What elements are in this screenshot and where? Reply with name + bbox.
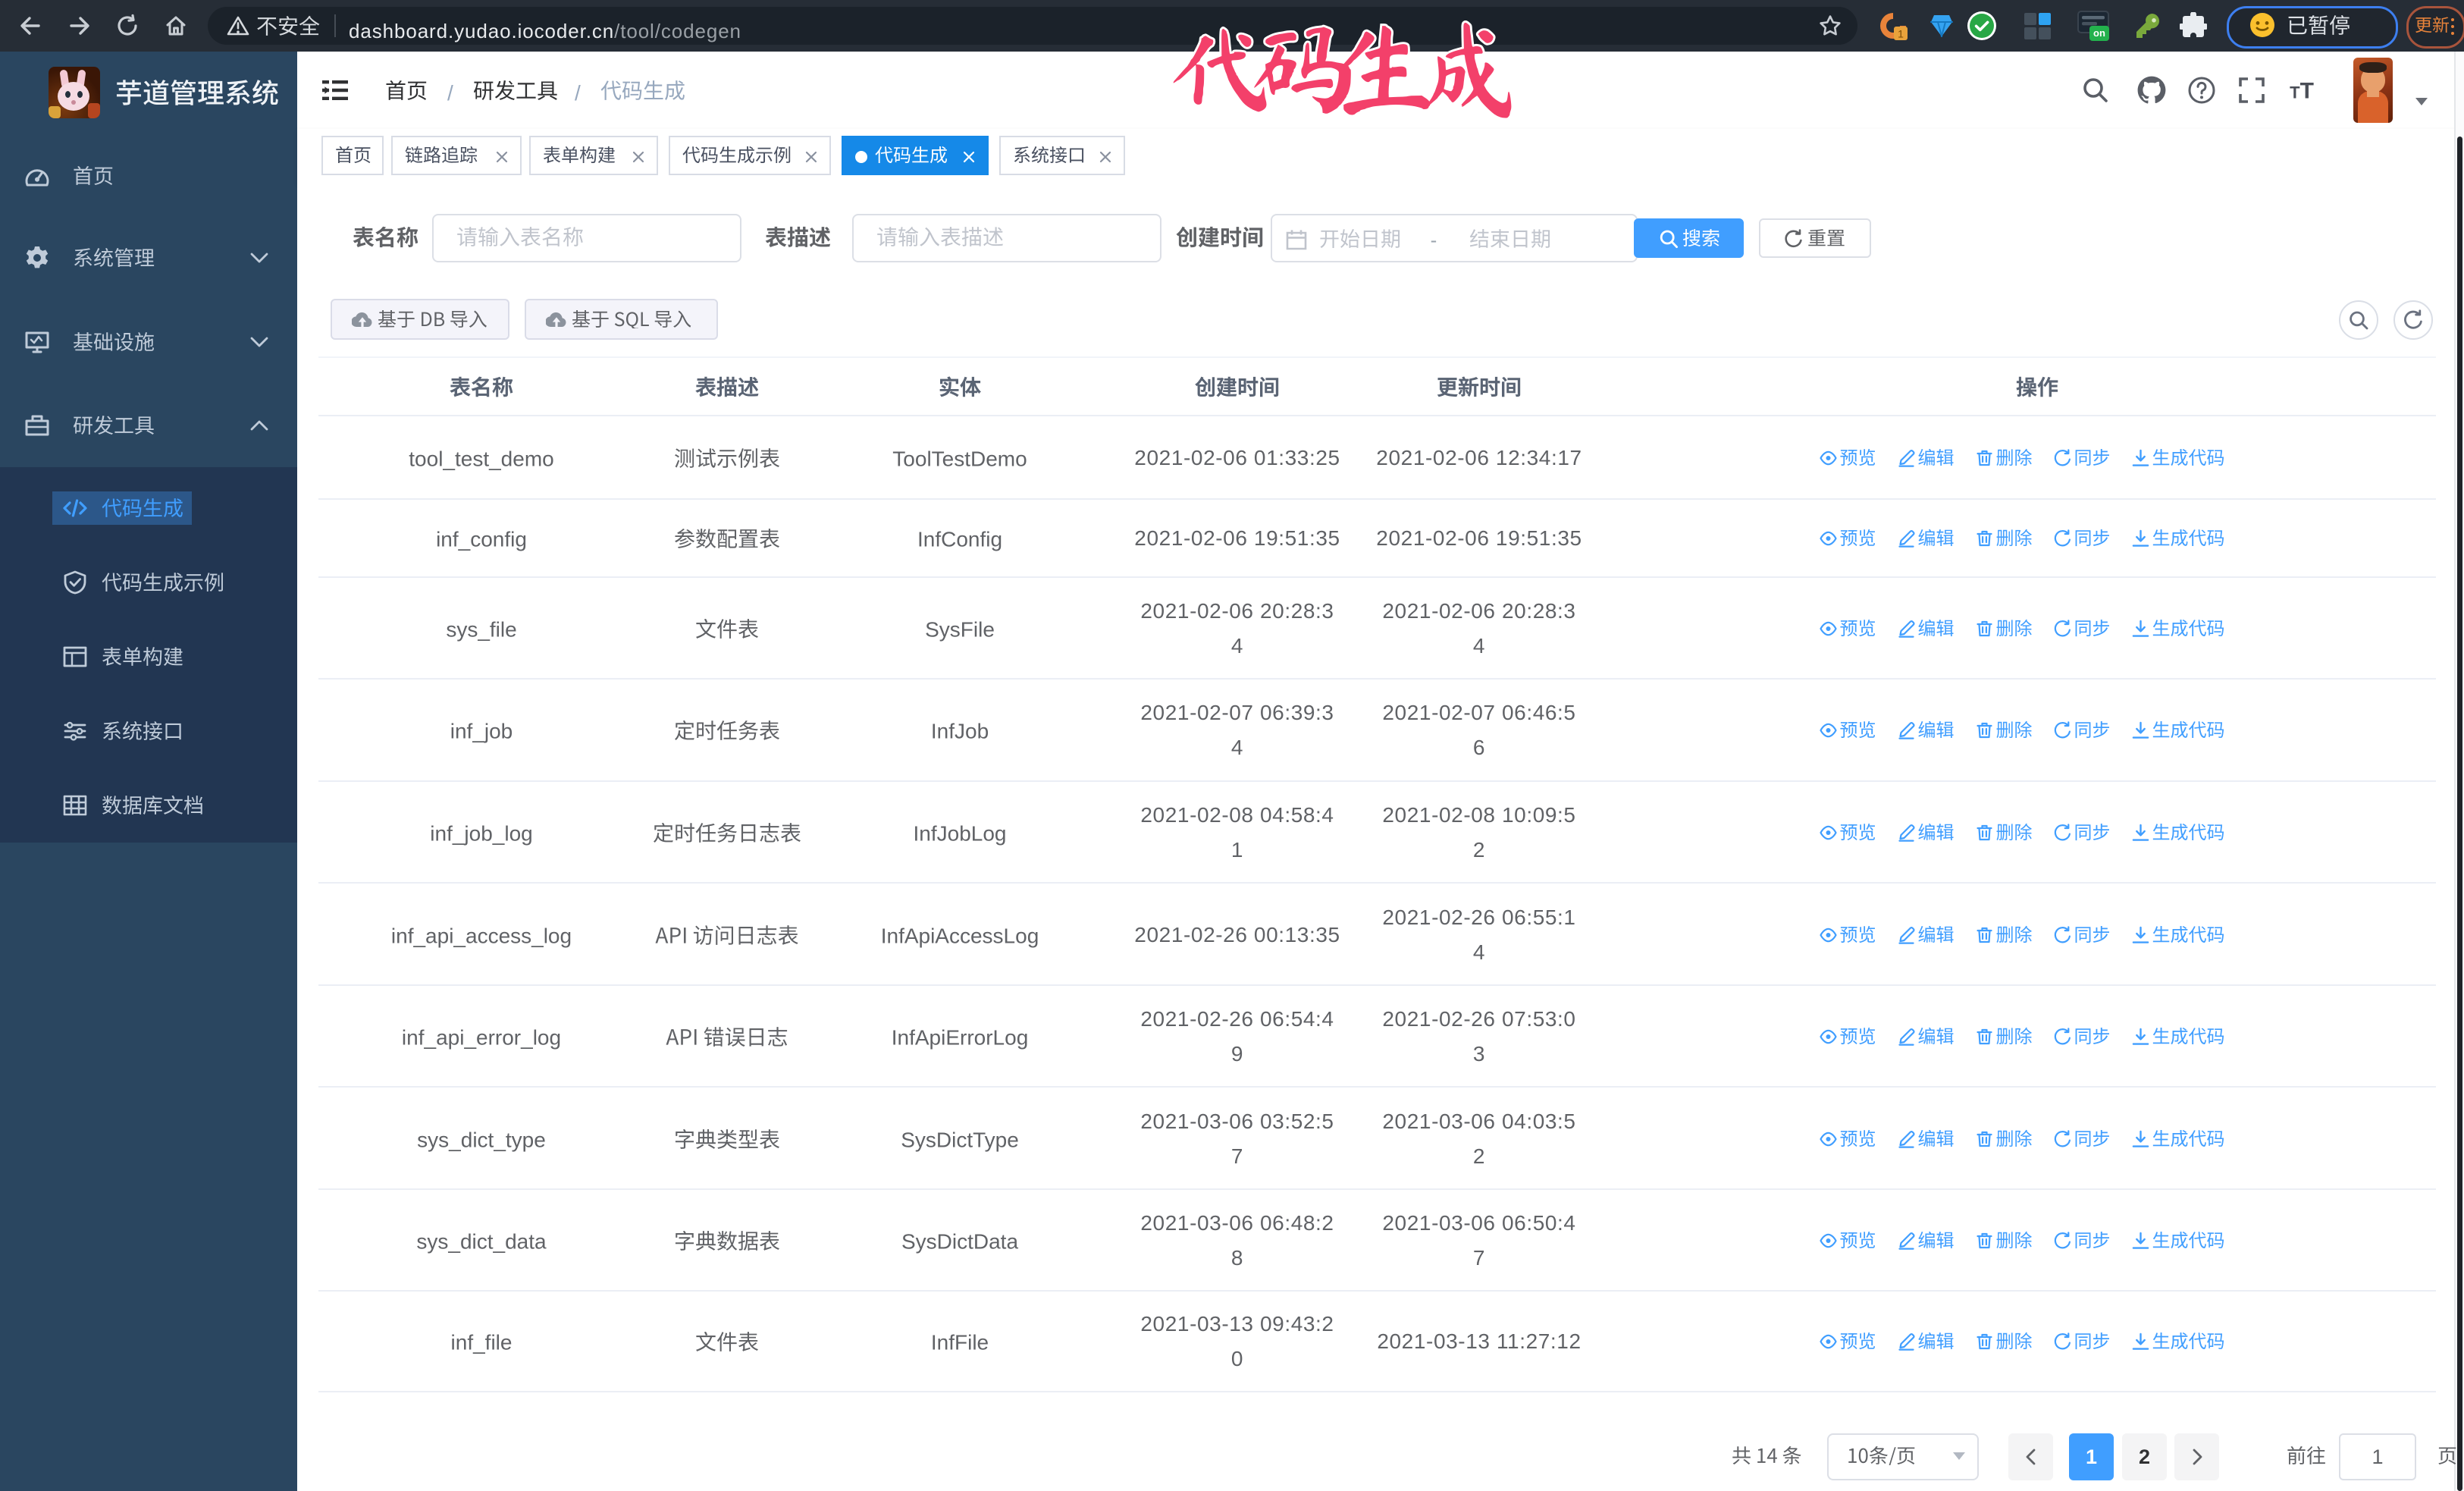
svg-text:1: 1 — [1898, 28, 1904, 40]
